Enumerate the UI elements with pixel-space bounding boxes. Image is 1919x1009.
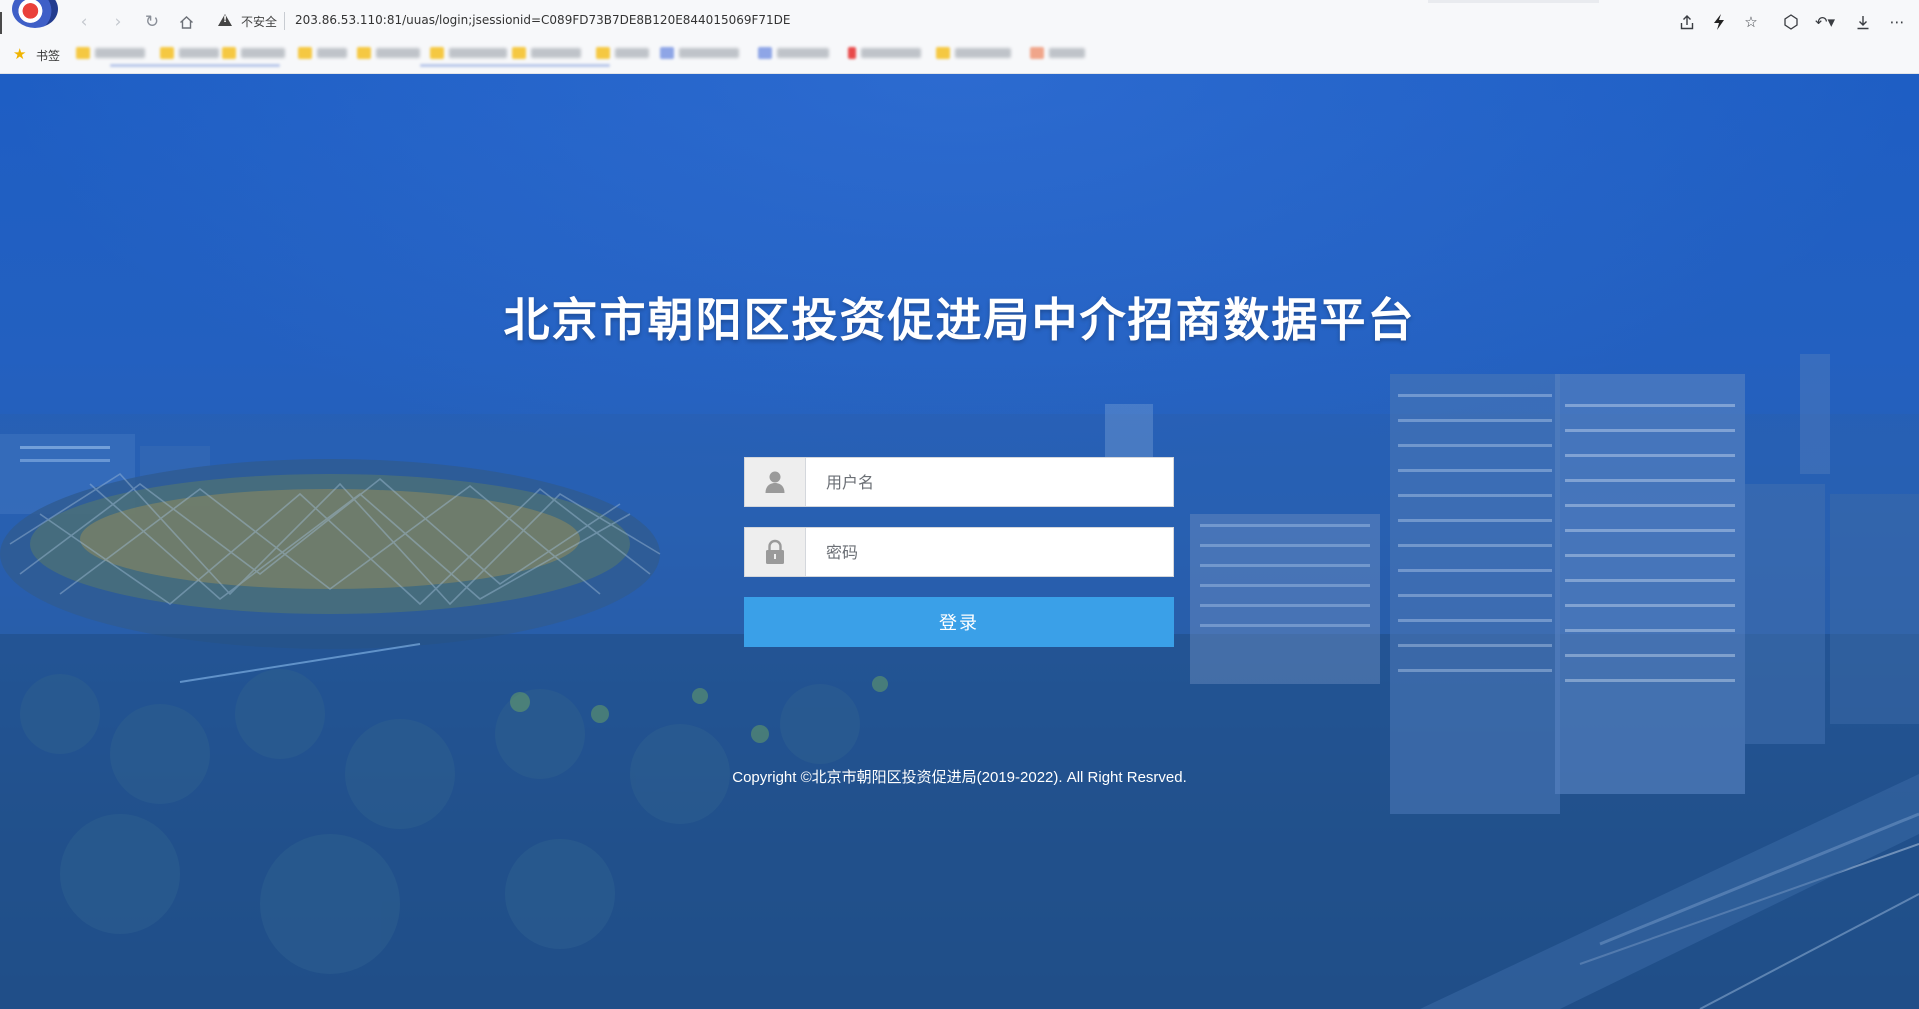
bookmark-title-blurred	[955, 48, 1011, 58]
bookmark-favicon	[1030, 47, 1044, 59]
back-icon[interactable]: ‹	[72, 10, 96, 34]
bookmark-favicon	[430, 47, 444, 59]
more-icon[interactable]: ⋯	[1884, 10, 1910, 34]
bookmark-title-blurred	[317, 48, 347, 58]
user-icon	[745, 458, 806, 506]
lightning-icon[interactable]	[1706, 10, 1732, 34]
bookmark-title-blurred	[861, 48, 921, 58]
bookmark-underline	[110, 64, 280, 67]
bookmark-title-blurred	[241, 48, 285, 58]
bookmark-item[interactable]	[660, 46, 739, 60]
bookmark-item[interactable]	[430, 46, 507, 60]
bookmark-favicon	[357, 47, 371, 59]
window-edge	[0, 12, 2, 34]
bookmarks-label[interactable]: 书签	[36, 47, 60, 64]
bookmark-item[interactable]	[848, 46, 921, 60]
warning-icon[interactable]	[218, 14, 232, 26]
bookmark-favicon	[596, 47, 610, 59]
bookmark-item[interactable]	[222, 46, 285, 60]
bookmark-favicon	[758, 47, 772, 59]
bookmark-title-blurred	[449, 48, 507, 58]
bookmark-star-icon: ★	[13, 45, 27, 63]
bookmark-item[interactable]	[76, 46, 145, 60]
bookmark-item[interactable]	[936, 46, 1011, 60]
active-tab-indicator	[1428, 0, 1599, 3]
share-icon[interactable]	[1674, 10, 1700, 34]
login-button[interactable]: 登录	[744, 597, 1174, 647]
copyright-footer: Copyright ©北京市朝阳区投资促进局(2019-2022). All R…	[732, 769, 1187, 786]
bookmark-title-blurred	[179, 48, 219, 58]
download-icon[interactable]	[1850, 10, 1876, 34]
home-icon[interactable]	[174, 10, 198, 34]
forward-icon[interactable]: ›	[106, 10, 130, 34]
undo-icon[interactable]: ↶▾	[1812, 10, 1838, 34]
bookmark-favicon	[76, 47, 90, 59]
address-bar-url[interactable]: 203.86.53.110:81/uuas/login;jsessionid=C…	[295, 13, 791, 27]
bookmark-item[interactable]	[160, 46, 219, 60]
bookmark-favicon	[512, 47, 526, 59]
bookmark-title-blurred	[95, 48, 145, 58]
username-input[interactable]	[806, 458, 1173, 506]
page-title: 北京市朝阳区投资促进局中介招商数据平台	[503, 293, 1416, 347]
bookmark-title-blurred	[777, 48, 829, 58]
bookmark-item[interactable]	[512, 46, 581, 60]
bookmark-favicon	[936, 47, 950, 59]
password-input[interactable]	[806, 528, 1173, 576]
browser-chrome: ‹ › ↻ 不安全 203.86.53.110:81/uuas/login;js…	[0, 0, 1919, 74]
url-separator	[284, 12, 285, 30]
bookmark-item[interactable]	[1030, 46, 1085, 60]
bookmark-title-blurred	[531, 48, 581, 58]
bookmark-favicon	[660, 47, 674, 59]
bookmark-title-blurred	[679, 48, 739, 58]
lock-icon	[745, 528, 806, 576]
bookmark-title-blurred	[615, 48, 649, 58]
bookmark-item[interactable]	[298, 46, 347, 60]
bookmark-title-blurred	[1049, 48, 1085, 58]
security-status[interactable]: 不安全	[241, 13, 277, 30]
bookmark-favicon	[298, 47, 312, 59]
bookmark-favicon	[222, 47, 236, 59]
password-field[interactable]	[744, 527, 1174, 577]
star-icon[interactable]: ☆	[1738, 10, 1764, 34]
extensions-icon[interactable]	[1778, 10, 1804, 34]
browser-profile-avatar[interactable]	[12, 0, 58, 28]
bookmark-favicon	[160, 47, 174, 59]
username-field[interactable]	[744, 457, 1174, 507]
reload-icon[interactable]: ↻	[140, 10, 164, 34]
bookmark-item[interactable]	[357, 46, 420, 60]
bookmark-favicon	[848, 47, 856, 59]
bookmark-underline	[420, 64, 610, 67]
bookmark-item[interactable]	[596, 46, 649, 60]
login-page: 北京市朝阳区投资促进局中介招商数据平台 登录 Copyright ©北京市朝阳区…	[0, 74, 1919, 1009]
bookmark-item[interactable]	[758, 46, 829, 60]
bookmark-title-blurred	[376, 48, 420, 58]
